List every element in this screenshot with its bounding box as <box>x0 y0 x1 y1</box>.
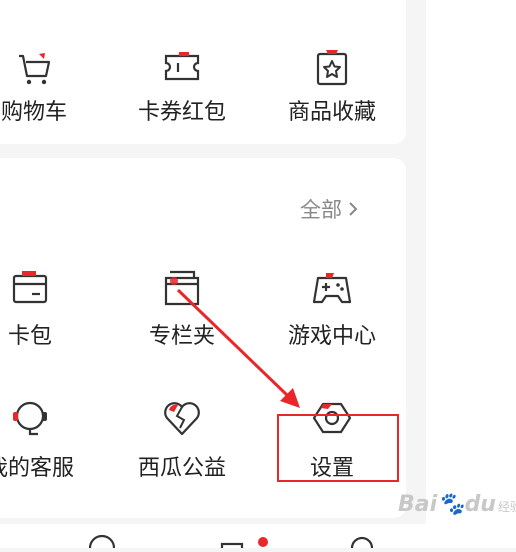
watermark-du: du <box>464 492 496 517</box>
tutorial-arrow <box>176 288 300 408</box>
watermark-brand: Bai <box>398 492 438 517</box>
watermark-suffix: 经验 <box>497 500 516 514</box>
paw-icon: 🐾 <box>437 492 465 517</box>
settings-highlight-box <box>277 414 399 482</box>
baidu-watermark: Bai🐾du 经验 <box>398 492 516 517</box>
